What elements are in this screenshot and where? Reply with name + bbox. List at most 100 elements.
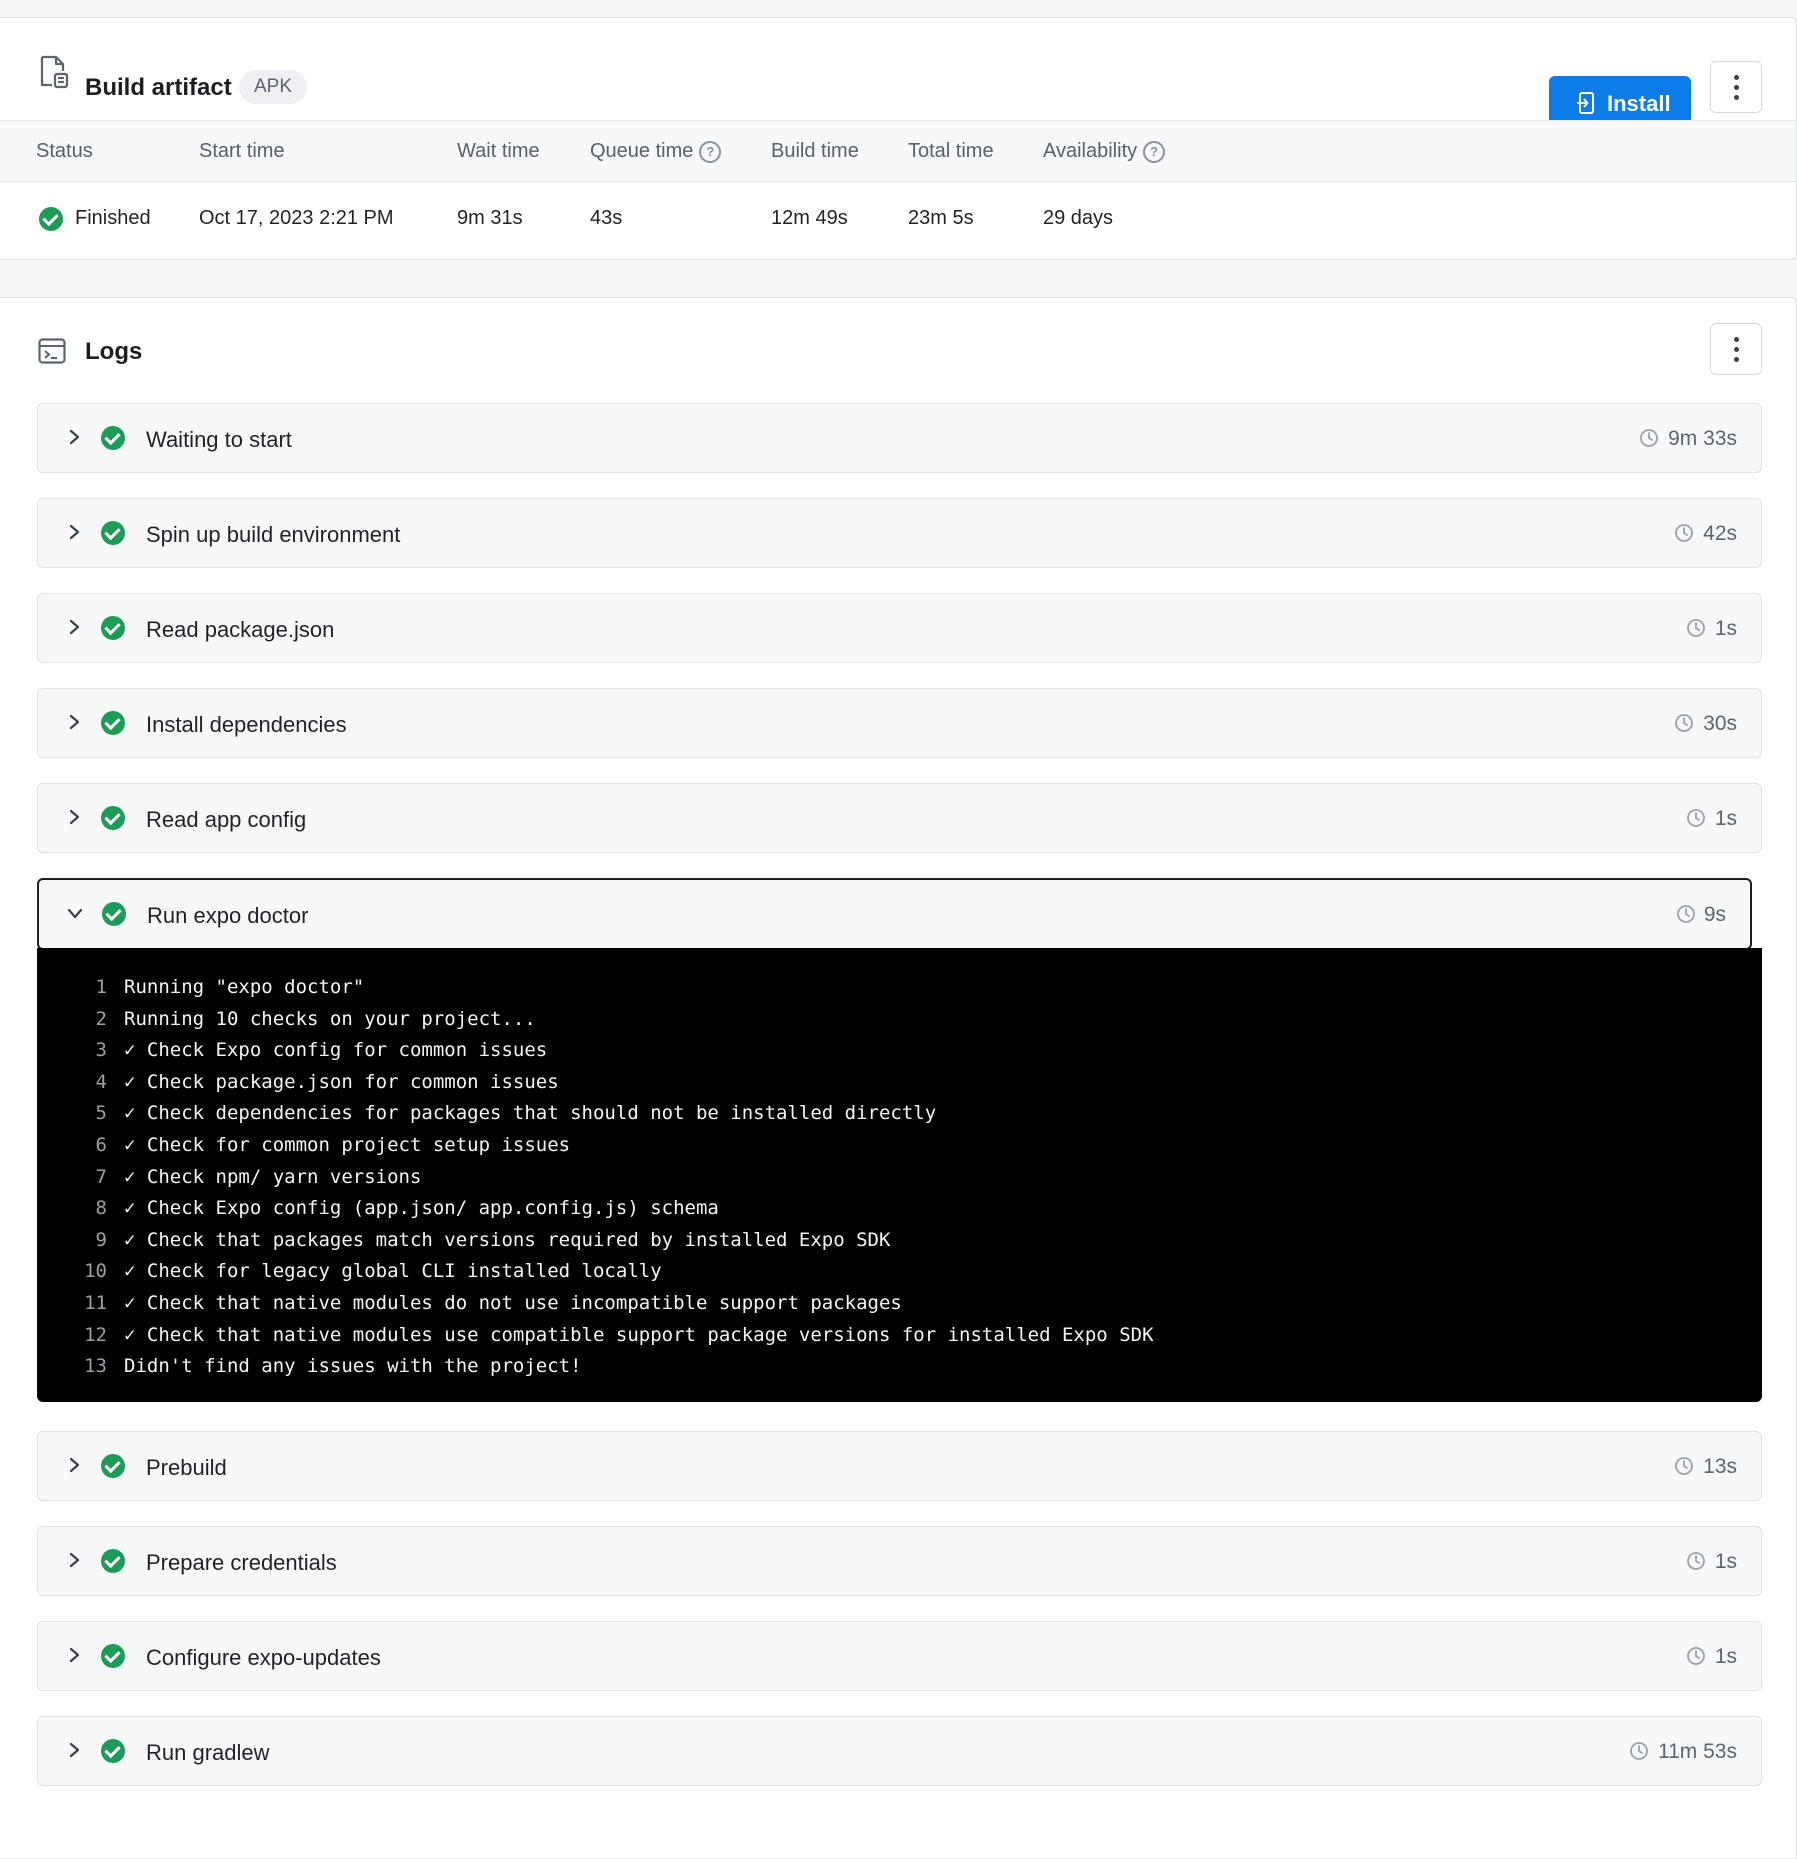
- log-step-label: Prebuild: [146, 1455, 227, 1480]
- log-step-label: Install dependencies: [146, 712, 347, 737]
- clock-icon: [1676, 905, 1695, 923]
- value-availability: 29 days: [1043, 207, 1114, 229]
- line-number: 2: [95, 1007, 107, 1030]
- success-check-icon: [101, 426, 125, 450]
- line-text: ✓ Check Expo config for common issues: [124, 1039, 548, 1062]
- terminal-line: 2 Running 10 checks on your project...: [37, 1004, 1762, 1036]
- success-check-icon: [101, 1739, 125, 1763]
- chevron-right-icon: [69, 429, 80, 445]
- log-step-row[interactable]: Configure expo-updates 1s: [37, 1621, 1762, 1691]
- line-number: 12: [84, 1323, 107, 1346]
- col-queue-time: Queue time?: [590, 140, 722, 163]
- chevron-right-icon: [69, 1457, 80, 1473]
- terminal-line: 11 ✓ Check that native modules do not use…: [37, 1288, 1762, 1320]
- col-status: Status: [36, 140, 93, 162]
- install-device-icon: [1577, 92, 1594, 114]
- stats-value-row: Finished Oct 17, 2023 2:21 PM 9m 31s 43s…: [0, 181, 1796, 259]
- col-availability: Availability?: [1043, 140, 1166, 163]
- chevron-right-icon: [69, 714, 80, 730]
- log-step-label: Read package.json: [146, 617, 335, 642]
- value-status: Finished: [75, 207, 151, 229]
- line-number: 13: [84, 1355, 107, 1378]
- help-icon[interactable]: ?: [699, 141, 722, 163]
- log-step-row[interactable]: Spin up build environment 42s: [37, 498, 1762, 568]
- success-check-icon: [102, 902, 126, 926]
- terminal-line: 4 ✓ Check package.json for common issues: [37, 1067, 1762, 1099]
- col-build-time: Build time: [771, 140, 859, 162]
- log-step-duration: 1s: [1714, 1550, 1737, 1573]
- line-text: Running "expo doctor": [124, 976, 365, 998]
- log-step-duration: 1s: [1714, 1645, 1737, 1668]
- col-wait-time: Wait time: [457, 140, 540, 162]
- log-step-row[interactable]: Run gradlew 11m 53s: [37, 1716, 1762, 1786]
- line-text: ✓ Check for common project setup issues: [124, 1133, 571, 1156]
- line-number: 3: [95, 1039, 107, 1062]
- success-check-icon: [101, 1549, 125, 1573]
- log-step-duration: 11m 53s: [1658, 1740, 1737, 1763]
- clock-icon: [1686, 1552, 1705, 1570]
- chevron-down-icon: [67, 908, 83, 919]
- logs-more-button[interactable]: [1710, 323, 1762, 375]
- chevron-right-icon: [69, 524, 80, 540]
- chevron-right-icon: [69, 809, 80, 825]
- log-step-label: Waiting to start: [146, 427, 292, 452]
- line-text: Didn't find any issues with the project!: [124, 1355, 582, 1378]
- log-step-row[interactable]: Install dependencies 30s: [37, 688, 1762, 758]
- log-step-label: Spin up build environment: [146, 522, 401, 547]
- log-step-row[interactable]: Run expo doctor 9s: [37, 878, 1752, 950]
- log-step-label: Run gradlew: [146, 1740, 270, 1765]
- line-text: ✓ Check package.json for common issues: [124, 1070, 559, 1093]
- terminal-line: 13 Didn't find any issues with the projec…: [37, 1351, 1762, 1383]
- log-step-row[interactable]: Read app config 1s: [37, 783, 1762, 853]
- col-queue-time-label: Queue time: [590, 140, 694, 162]
- value-start-time: Oct 17, 2023 2:21 PM: [199, 207, 394, 229]
- line-text: Running 10 checks on your project...: [124, 1007, 536, 1030]
- line-text: ✓ Check that native modules use compatib…: [124, 1323, 1154, 1346]
- success-check-icon: [101, 1454, 125, 1478]
- chevron-right-icon: [69, 1742, 80, 1758]
- line-number: 11: [84, 1291, 107, 1314]
- value-total-time: 23m 5s: [908, 207, 974, 229]
- log-step-label: Prepare credentials: [146, 1550, 337, 1575]
- chevron-right-icon: [69, 1647, 80, 1663]
- clock-icon: [1630, 1742, 1648, 1760]
- log-step-row[interactable]: Prepare credentials 1s: [37, 1526, 1762, 1596]
- log-step-row[interactable]: Prebuild 13s: [37, 1431, 1762, 1501]
- log-step-duration: 42s: [1703, 522, 1737, 545]
- terminal-line: 9 ✓ Check that packages match versions re…: [37, 1225, 1762, 1257]
- log-step-label: Read app config: [146, 807, 307, 832]
- success-check-icon: [101, 521, 125, 545]
- terminal-line: 6 ✓ Check for common project setup issues: [37, 1130, 1762, 1162]
- log-step-row[interactable]: Waiting to start 9m 33s: [37, 403, 1762, 473]
- build-artifact-card: Build artifact APK Install Status Start …: [0, 17, 1797, 260]
- clock-icon: [1686, 619, 1705, 637]
- log-step-row[interactable]: Read package.json 1s: [37, 593, 1762, 663]
- artifact-type-badge: APK: [239, 70, 308, 104]
- log-terminal-output: 1 Running "expo doctor" 2 Running 10 checks…: [37, 948, 1762, 1402]
- chevron-right-icon: [69, 1552, 80, 1568]
- log-step-duration: 9m 33s: [1668, 427, 1737, 450]
- value-build-time: 12m 49s: [771, 207, 848, 229]
- chevron-right-icon: [69, 619, 80, 635]
- terminal-line: 7 ✓ Check npm/ yarn versions: [37, 1162, 1762, 1194]
- artifact-header: Build artifact APK Install: [0, 18, 1796, 129]
- success-check-icon: [101, 1644, 125, 1668]
- col-availability-label: Availability: [1043, 140, 1138, 162]
- line-text: ✓ Check that packages match versions req…: [124, 1228, 891, 1251]
- help-icon[interactable]: ?: [1143, 141, 1166, 163]
- terminal-line: 8 ✓ Check Expo config (app.json/ app.conf…: [37, 1193, 1762, 1225]
- terminal-icon: [38, 338, 66, 364]
- clock-icon: [1686, 809, 1705, 827]
- line-number: 9: [95, 1228, 107, 1251]
- terminal-line: 5 ✓ Check dependencies for packages that …: [37, 1098, 1762, 1130]
- log-step-duration: 30s: [1703, 712, 1737, 735]
- line-number: 1: [95, 976, 107, 998]
- col-total-time: Total time: [908, 140, 994, 162]
- clock-icon: [1675, 1457, 1694, 1475]
- artifact-more-button[interactable]: [1710, 61, 1762, 113]
- terminal-line: 1 Running "expo doctor": [37, 972, 1762, 1004]
- success-check-icon: [39, 207, 63, 231]
- log-step-duration: 13s: [1703, 1455, 1737, 1478]
- install-button-label: Install: [1607, 91, 1671, 116]
- stats-header-row: Status Start time Wait time Queue time? …: [0, 120, 1796, 182]
